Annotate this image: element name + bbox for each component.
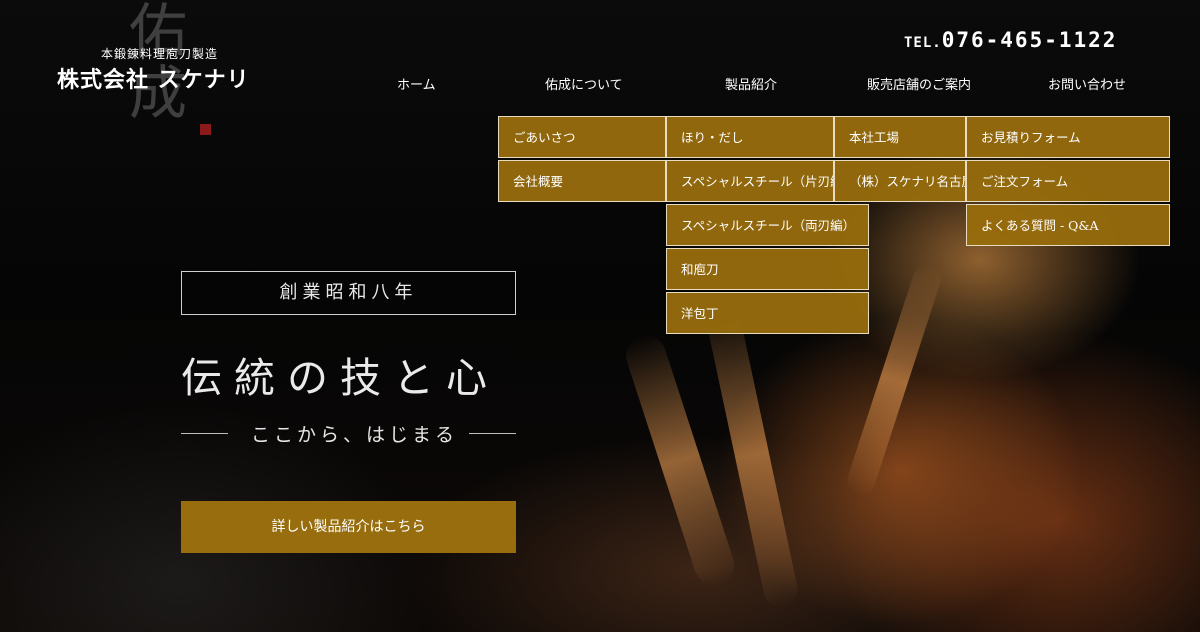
phone-prefix: TEL. bbox=[904, 35, 942, 51]
logo-company-name: 株式会社 スケナリ bbox=[57, 68, 250, 93]
subtitle-divider-right bbox=[469, 433, 516, 434]
dropdown-item-head-factory[interactable]: 本社工場 bbox=[834, 116, 966, 158]
dropdown-item-hori-dashi[interactable]: ほり・だし bbox=[666, 116, 834, 158]
product-details-button[interactable]: 詳しい製品紹介はこちら bbox=[181, 501, 516, 553]
hero-subtitle-row: ここから、はじまる bbox=[181, 420, 516, 448]
dropdown-item-estimate-form[interactable]: お見積りフォーム bbox=[966, 116, 1170, 158]
dropdown-item-faq[interactable]: よくある質問 - Q&A bbox=[966, 204, 1170, 246]
dropdown-item-japanese-knife[interactable]: 和庖刀 bbox=[666, 248, 869, 290]
dropdown-item-nagoya-store[interactable]: （株）スケナリ名古屋店 bbox=[834, 160, 966, 202]
logo-tagline: 本鍛錬料理庖刀製造 bbox=[101, 47, 219, 61]
dropdown-item-greeting[interactable]: ごあいさつ bbox=[498, 116, 666, 158]
logo-seal-icon bbox=[200, 124, 211, 135]
phone-number: 076-465-1122 bbox=[941, 28, 1118, 52]
dropdown-item-special-steel-single[interactable]: スペシャルスチール（片刃編 bbox=[666, 160, 834, 202]
hero-founding-badge: 創業昭和八年 bbox=[181, 271, 516, 315]
nav-item-products[interactable]: 製品紹介 bbox=[725, 74, 777, 93]
dropdown-item-company-profile[interactable]: 会社概要 bbox=[498, 160, 666, 202]
nav-item-about[interactable]: 佑成について bbox=[545, 74, 623, 93]
dropdown-item-order-form[interactable]: ご注文フォーム bbox=[966, 160, 1170, 202]
header-phone[interactable]: TEL.076-465-1122 bbox=[904, 28, 1117, 52]
dropdown-item-western-knife[interactable]: 洋包丁 bbox=[666, 292, 869, 334]
nav-item-home[interactable]: ホーム bbox=[397, 74, 436, 93]
nav-item-contact[interactable]: お問い合わせ bbox=[1048, 74, 1126, 93]
dropdown-item-special-steel-double[interactable]: スペシャルスチール（両刃編） bbox=[666, 204, 869, 246]
subtitle-divider-left bbox=[181, 433, 228, 434]
nav-item-stores[interactable]: 販売店舗のご案内 bbox=[867, 74, 971, 93]
hero-title: 伝統の技と心 bbox=[181, 354, 499, 402]
hero-subtitle: ここから、はじまる bbox=[251, 424, 459, 446]
